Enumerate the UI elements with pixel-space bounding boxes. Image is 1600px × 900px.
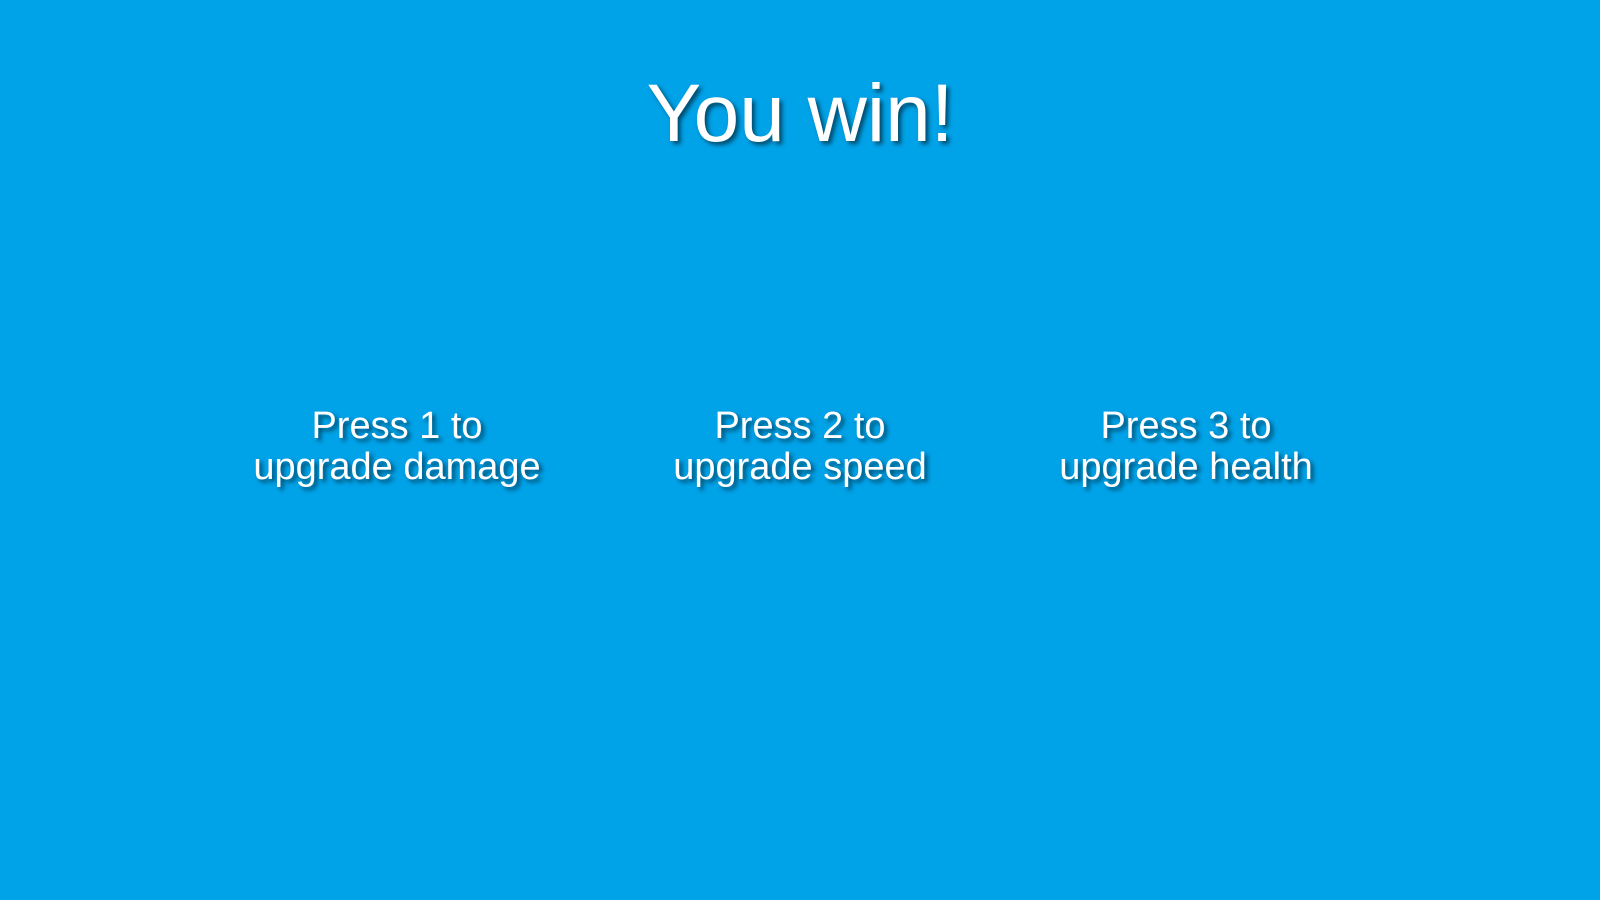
upgrade-speed-label: upgrade speed xyxy=(673,446,927,488)
upgrade-health-option: Press 3 to upgrade health xyxy=(986,406,1386,488)
upgrade-damage-key-text: Press 1 to xyxy=(311,405,483,447)
upgrade-health-label: upgrade health xyxy=(1059,446,1313,488)
win-title: You win! xyxy=(646,68,954,159)
upgrade-health-key-text: Press 3 to xyxy=(1100,405,1272,447)
upgrade-damage-label: upgrade damage xyxy=(253,446,541,488)
upgrade-speed-option: Press 2 to upgrade speed xyxy=(600,406,1000,488)
upgrade-speed-key-text: Press 2 to xyxy=(714,405,886,447)
win-screen: You win! Press 1 to upgrade damage Press… xyxy=(0,0,1600,900)
upgrade-damage-option: Press 1 to upgrade damage xyxy=(197,406,597,488)
